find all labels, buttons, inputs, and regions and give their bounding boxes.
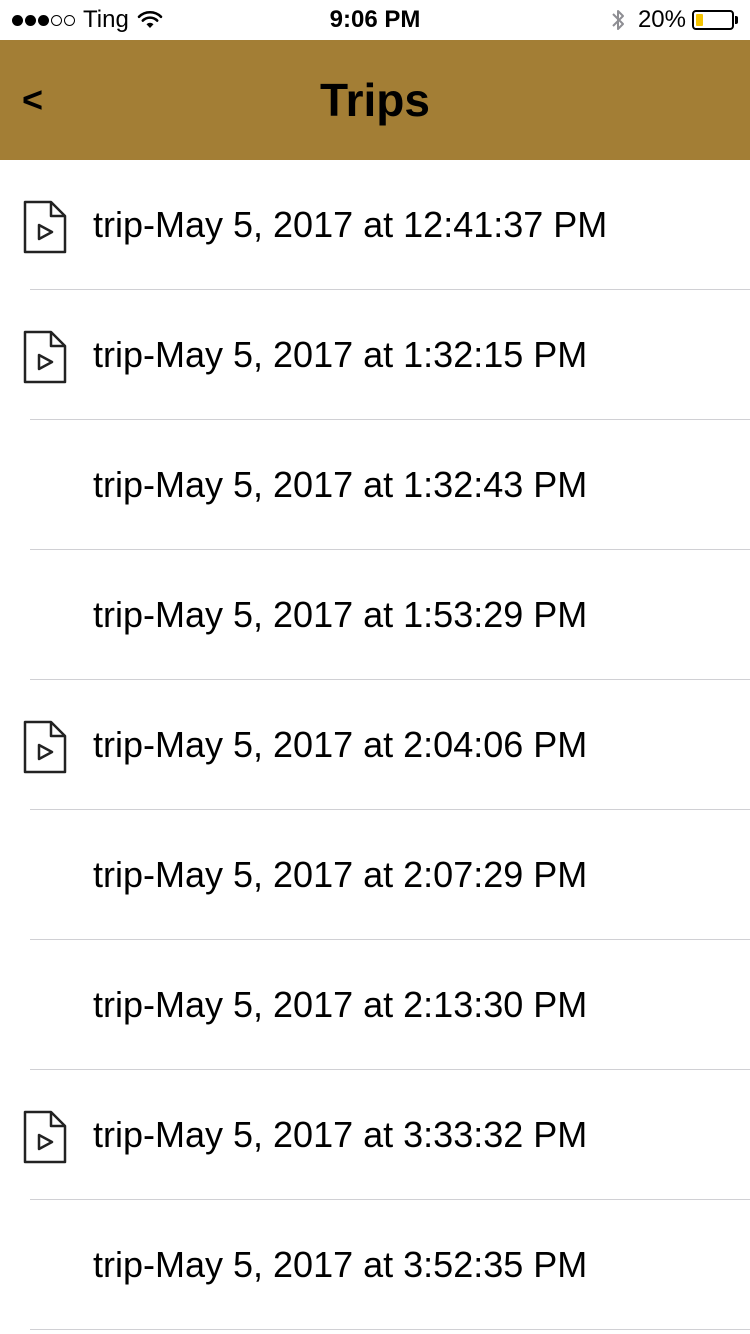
trip-row[interactable]: trip-May 5, 2017 at 2:07:29 PM (0, 810, 750, 940)
trip-label: trip-May 5, 2017 at 3:33:32 PM (93, 1114, 588, 1155)
trip-label: trip-May 5, 2017 at 1:53:29 PM (93, 594, 588, 635)
trip-label: trip-May 5, 2017 at 2:13:30 PM (93, 984, 588, 1025)
video-file-icon (22, 1110, 68, 1164)
video-file-icon (22, 330, 68, 384)
battery-percent: 20% (637, 6, 686, 33)
trip-list: trip-May 5, 2017 at 12:41:37 PM trip-May … (0, 160, 750, 1330)
trip-label: trip-May 5, 2017 at 12:41:37 PM (93, 204, 608, 245)
trip-label: trip-May 5, 2017 at 2:07:29 PM (93, 854, 588, 895)
battery-icon (692, 10, 734, 30)
trip-row[interactable]: trip-May 5, 2017 at 1:32:15 PM (0, 290, 750, 420)
navigation-bar: < Trips (0, 40, 750, 160)
trip-label: trip-May 5, 2017 at 2:04:06 PM (93, 724, 588, 765)
trip-row[interactable]: trip-May 5, 2017 at 3:33:32 PM (0, 1070, 750, 1200)
trip-row[interactable]: trip-May 5, 2017 at 2:13:30 PM (0, 940, 750, 1070)
trip-label: trip-May 5, 2017 at 1:32:15 PM (93, 334, 588, 375)
trip-row[interactable]: trip-May 5, 2017 at 1:32:43 PM (0, 420, 750, 550)
trip-row[interactable]: trip-May 5, 2017 at 3:52:35 PM (0, 1200, 750, 1330)
video-file-icon (22, 200, 68, 254)
page-title: Trips (320, 74, 430, 126)
trip-row[interactable]: trip-May 5, 2017 at 12:41:37 PM (0, 160, 750, 290)
battery-cap (735, 16, 738, 24)
trip-row[interactable]: trip-May 5, 2017 at 1:53:29 PM (0, 550, 750, 680)
battery-fill (696, 14, 703, 26)
trip-row[interactable]: trip-May 5, 2017 at 2:04:06 PM (0, 680, 750, 810)
status-bar: Ting 9:06 PM 20% (0, 0, 750, 40)
status-right: 20% (610, 6, 738, 34)
trip-label: trip-May 5, 2017 at 1:32:43 PM (93, 464, 588, 505)
trip-label: trip-May 5, 2017 at 3:52:35 PM (93, 1244, 588, 1285)
bluetooth-icon (612, 10, 624, 30)
video-file-icon (22, 720, 68, 774)
